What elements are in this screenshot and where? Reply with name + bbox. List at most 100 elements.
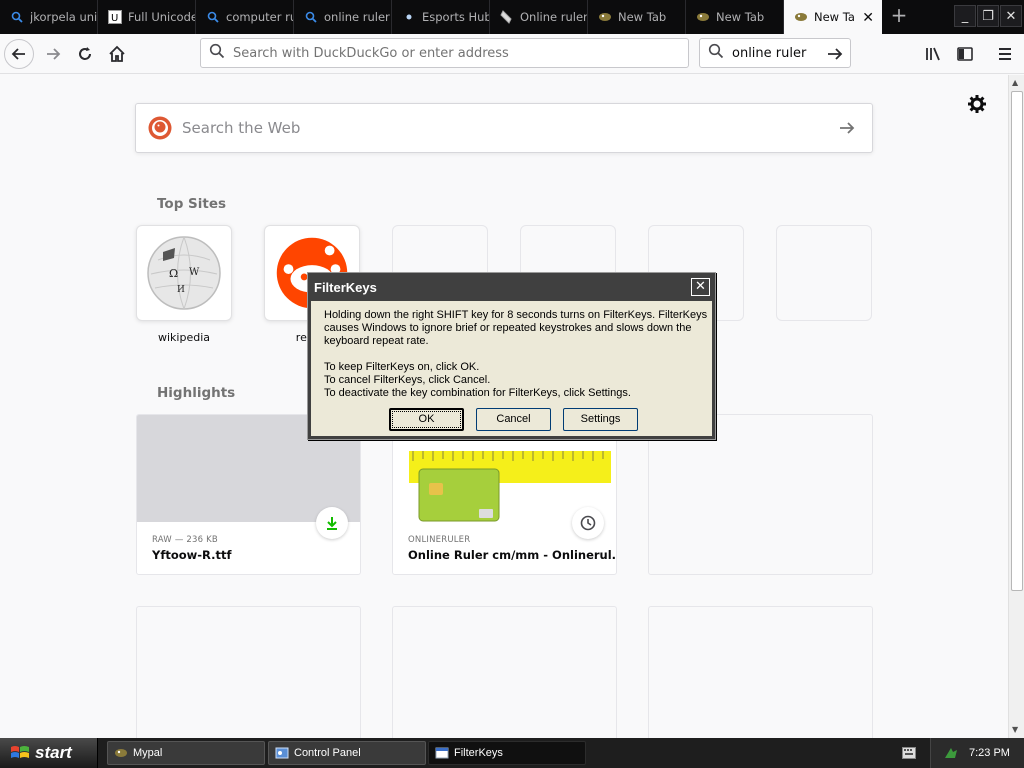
filterkeys-dialog: FilterKeys ✕ Holding down the right SHIF… xyxy=(307,272,716,440)
vertical-scrollbar[interactable]: ▲ ▼ xyxy=(1008,75,1024,738)
firefox-icon xyxy=(598,10,612,24)
gear-icon[interactable] xyxy=(966,93,988,115)
home-button[interactable] xyxy=(102,39,132,69)
tab-label: New Tab xyxy=(716,10,765,24)
highlight-source: ONLINERULER xyxy=(408,535,471,545)
tab-full-unicode[interactable]: U Full Unicode xyxy=(98,0,196,34)
tab-label: New Tab xyxy=(814,10,854,24)
dialog-title: FilterKeys xyxy=(308,273,715,301)
scroll-up-icon[interactable]: ▲ xyxy=(1012,78,1018,87)
tab-label: Full Unicode xyxy=(128,10,195,24)
library-icon xyxy=(926,47,940,61)
forward-button[interactable] xyxy=(38,39,68,69)
close-tab-icon[interactable]: ✕ xyxy=(862,10,874,26)
wikipedia-globe-icon: Ω W И xyxy=(147,236,221,310)
minimize-window-button[interactable]: _ xyxy=(954,5,976,27)
tab-label: online ruler xyxy=(324,10,390,24)
library-button[interactable] xyxy=(918,39,948,69)
home-icon xyxy=(109,45,125,62)
unicode-site-icon: U xyxy=(108,10,122,24)
forward-arrow-icon xyxy=(47,48,61,60)
tab-label: computer ruler xyxy=(226,10,293,24)
dot-icon xyxy=(402,10,416,24)
tab-new-tab-2[interactable]: New Tab xyxy=(686,0,784,34)
cancel-button[interactable]: Cancel xyxy=(476,408,551,431)
tab-new-tab-1[interactable]: New Tab xyxy=(588,0,686,34)
sidebar-toggle-button[interactable] xyxy=(950,39,980,69)
search-icon xyxy=(304,10,318,24)
close-icon[interactable]: ✕ xyxy=(691,278,710,296)
dialog-instructions: To keep FilterKeys on, click OK. To canc… xyxy=(324,361,631,399)
settings-button[interactable]: Settings xyxy=(563,408,638,431)
ok-button[interactable]: OK xyxy=(389,408,464,431)
restore-window-button[interactable]: ❐ xyxy=(977,5,999,27)
svg-text:И: И xyxy=(177,285,185,295)
taskbar-item-filterkeys[interactable]: FilterKeys xyxy=(428,741,586,765)
hamburger-menu-icon xyxy=(999,48,1011,60)
top-site-tile-empty[interactable] xyxy=(776,225,872,321)
tab-online-ruler[interactable]: Online ruler xyxy=(490,0,588,34)
window-icon xyxy=(435,747,449,759)
network-icon[interactable] xyxy=(943,746,959,760)
highlight-source: RAW — 236 KB xyxy=(152,535,218,545)
control-panel-icon xyxy=(275,747,289,759)
search-icon xyxy=(206,10,220,24)
new-tab-button[interactable]: + xyxy=(888,5,910,27)
menu-button[interactable] xyxy=(990,39,1020,69)
clock[interactable]: 7:23 PM xyxy=(969,747,1010,759)
taskbar-item-mypal[interactable]: Mypal xyxy=(107,741,265,765)
back-button[interactable] xyxy=(4,39,34,69)
web-search-input[interactable]: Search the Web xyxy=(135,103,873,153)
svg-text:U: U xyxy=(111,13,118,24)
taskbar-item-label: FilterKeys xyxy=(454,747,503,759)
system-tray: 7:23 PM xyxy=(930,738,1024,768)
top-sites-title: Top Sites xyxy=(157,196,227,212)
close-window-button[interactable]: ✕ xyxy=(1000,5,1022,27)
highlights-title: Highlights xyxy=(157,385,236,401)
sidebar-icon xyxy=(957,47,973,61)
search-bar-value: online ruler xyxy=(732,45,807,61)
scroll-thumb[interactable] xyxy=(1011,91,1023,591)
tab-label: New Tab xyxy=(618,10,667,24)
tab-esports-hub[interactable]: Esports Hub xyxy=(392,0,490,34)
reload-icon xyxy=(79,47,91,60)
search-submit-icon[interactable] xyxy=(838,119,856,141)
navigation-toolbar: Search with DuckDuckGo or enter address … xyxy=(0,34,1024,74)
start-button[interactable]: start xyxy=(0,738,98,768)
highlight-card-empty xyxy=(136,606,361,738)
highlight-title: Online Ruler cm/mm - Onlinerul... xyxy=(408,548,617,562)
url-bar[interactable]: Search with DuckDuckGo or enter address xyxy=(200,38,689,68)
windows-logo-icon xyxy=(11,746,29,758)
dialog-body: Holding down the right SHIFT key for 8 s… xyxy=(311,301,712,436)
tab-jkorpela[interactable]: jkorpela unicode xyxy=(0,0,98,34)
back-arrow-icon xyxy=(11,48,25,60)
search-icon xyxy=(10,10,24,24)
firefox-icon xyxy=(696,10,710,24)
search-go-icon[interactable] xyxy=(826,45,844,67)
tab-label: Online ruler xyxy=(520,10,587,24)
tab-computer-ruler[interactable]: computer ruler xyxy=(196,0,294,34)
ruler-site-icon xyxy=(500,10,514,24)
duckduckgo-logo-icon xyxy=(148,116,172,140)
url-placeholder: Search with DuckDuckGo or enter address xyxy=(233,45,509,61)
svg-text:W: W xyxy=(189,267,200,278)
taskbar-item-control-panel[interactable]: Control Panel xyxy=(268,741,426,765)
tab-new-tab-active[interactable]: New Tab ✕ xyxy=(784,0,882,34)
tab-online-ruler-search[interactable]: online ruler xyxy=(294,0,392,34)
scroll-down-icon[interactable]: ▼ xyxy=(1012,725,1018,734)
taskbar: start Mypal Control Panel FilterKeys 7:2… xyxy=(0,738,1024,768)
clock-icon xyxy=(572,507,604,539)
dialog-message: Holding down the right SHIFT key for 8 s… xyxy=(324,309,708,347)
search-icon xyxy=(209,43,225,63)
reload-button[interactable] xyxy=(70,39,100,69)
tab-label: jkorpela unicode xyxy=(30,10,97,24)
highlight-title: Yftoow-R.ttf xyxy=(152,548,232,562)
highlight-card-empty xyxy=(392,606,617,738)
search-bar[interactable]: online ruler xyxy=(699,38,851,68)
tab-label: Esports Hub xyxy=(422,10,489,24)
search-icon xyxy=(708,43,724,63)
top-site-tile-wikipedia[interactable]: Ω W И xyxy=(136,225,232,321)
keyboard-icon[interactable] xyxy=(902,747,916,759)
web-search-placeholder: Search the Web xyxy=(182,119,301,137)
highlight-card-empty xyxy=(648,606,873,738)
